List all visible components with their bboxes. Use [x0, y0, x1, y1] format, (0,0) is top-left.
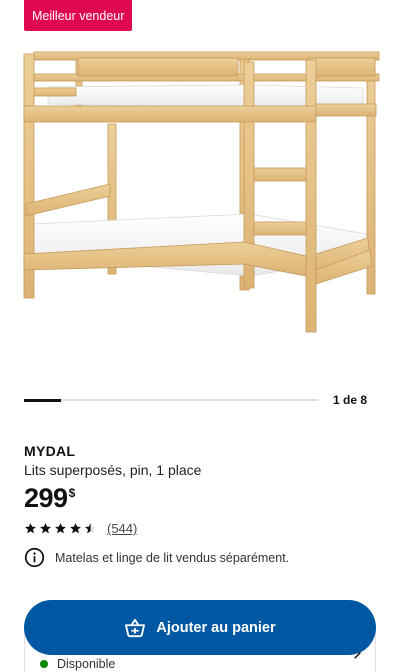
product-image[interactable] — [18, 44, 382, 344]
stock-text: Disponible — [57, 657, 116, 671]
cart-icon — [125, 618, 146, 637]
star-half-icon — [85, 523, 96, 534]
best-seller-label: Meilleur vendeur — [32, 8, 125, 23]
rating-stars — [24, 522, 99, 535]
star-full-icon — [25, 523, 36, 534]
review-count-link[interactable]: (544) — [107, 521, 137, 536]
star-full-icon — [40, 523, 51, 534]
notice-text: Matelas et linge de lit vendus séparémen… — [55, 550, 290, 565]
price-currency: $ — [68, 486, 76, 500]
info-icon — [24, 547, 45, 568]
stock-status: Disponible — [40, 657, 115, 671]
product-page: Meilleur vendeur 1 de 8 MYDAL Lits super… — [0, 0, 400, 672]
product-rating[interactable]: (544) — [24, 521, 137, 536]
star-full-icon — [70, 523, 81, 534]
carousel-counter: 1 de 8 — [333, 393, 368, 407]
best-seller-badge: Meilleur vendeur — [24, 0, 133, 31]
carousel-progress[interactable] — [24, 398, 318, 402]
stock-dot-icon — [40, 660, 48, 668]
product-name: MYDAL — [24, 443, 76, 459]
star-full-icon — [55, 523, 66, 534]
carousel-progress-thumb — [24, 398, 61, 402]
add-to-cart-label: Ajouter au panier — [156, 619, 276, 636]
product-price: 299 $ — [24, 482, 75, 514]
product-description: Lits superposés, pin, 1 place — [24, 462, 202, 478]
price-integer: 299 — [24, 483, 68, 513]
bedding-notice: Matelas et linge de lit vendus séparémen… — [24, 547, 289, 568]
add-to-cart-button[interactable]: Ajouter au panier — [24, 600, 376, 655]
